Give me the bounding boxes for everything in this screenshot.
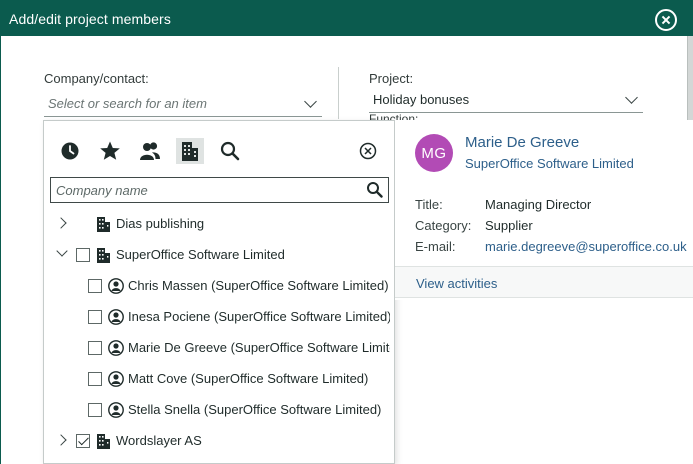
building-icon xyxy=(96,247,112,269)
category-label: Category: xyxy=(415,218,472,233)
chevron-right-icon[interactable] xyxy=(55,434,67,446)
star-icon[interactable] xyxy=(96,138,124,164)
tree-row-label: SuperOffice Software Limited xyxy=(116,247,285,262)
tree-row-label: Chris Massen (SuperOffice Software Limit… xyxy=(128,278,389,293)
tree-row-label: Stella Snella (SuperOffice Software Limi… xyxy=(128,402,382,417)
tree-row-company[interactable]: Wordslayer AS xyxy=(44,426,394,457)
close-icon[interactable] xyxy=(655,9,677,31)
chevron-down-icon[interactable] xyxy=(304,95,317,108)
chevron-right-icon[interactable] xyxy=(55,217,67,229)
category-value: Supplier xyxy=(485,218,533,233)
column-divider xyxy=(338,67,339,119)
company-placeholder: Select or search for an item xyxy=(48,96,207,111)
tree-row-label: Wordslayer AS xyxy=(116,433,202,448)
project-value: Holiday bonuses xyxy=(373,92,470,107)
contact-name-link[interactable]: Marie De Greeve xyxy=(465,134,579,151)
building-icon[interactable] xyxy=(176,138,204,164)
title-value: Managing Director xyxy=(485,197,592,212)
tree-row-label: Dias publishing xyxy=(116,216,205,231)
tree-row-person[interactable]: Matt Cove (SuperOffice Software Limited) xyxy=(44,364,394,395)
search-icon[interactable] xyxy=(366,181,383,203)
card-footer: View activities xyxy=(395,267,693,298)
title-label: Title: xyxy=(415,197,443,212)
dialog-titlebar: Add/edit project members xyxy=(1,0,693,36)
row-checkbox[interactable] xyxy=(88,279,102,293)
tree-row-person[interactable]: Stella Snella (SuperOffice Software Limi… xyxy=(44,395,394,426)
tree-row-person[interactable]: Inesa Pociene (SuperOffice Software Limi… xyxy=(44,302,394,333)
member-picker-panel: Dias publishing SuperOffice Software Lim… xyxy=(43,120,395,464)
tree-row-label: Matt Cove (SuperOffice Software Limited) xyxy=(128,371,369,386)
row-checkbox[interactable] xyxy=(88,341,102,355)
chevron-down-icon[interactable] xyxy=(56,245,68,257)
clear-icon[interactable] xyxy=(354,138,382,164)
project-label: Project: xyxy=(369,71,414,86)
scrollbar[interactable] xyxy=(687,36,693,120)
people-icon[interactable] xyxy=(136,138,164,164)
person-icon xyxy=(108,309,124,330)
tree-row-person[interactable]: Chris Massen (SuperOffice Software Limit… xyxy=(44,271,394,302)
row-checkbox[interactable] xyxy=(88,372,102,386)
row-checkbox[interactable] xyxy=(88,310,102,324)
person-icon xyxy=(108,402,124,423)
tree-row-person[interactable]: Marie De Greeve (SuperOffice Software Li… xyxy=(44,333,394,364)
dialog: Add/edit project members Company/contact… xyxy=(0,0,693,464)
company-search-box[interactable] xyxy=(50,177,389,203)
view-activities-link[interactable]: View activities xyxy=(416,276,497,291)
company-link[interactable]: SuperOffice Software Limited xyxy=(465,156,634,171)
tree-row-label: Marie De Greeve (SuperOffice Software Li… xyxy=(128,340,390,355)
contact-preview-card: MG Marie De Greeve SuperOffice Software … xyxy=(395,120,693,300)
chevron-down-icon[interactable] xyxy=(625,91,638,104)
person-icon xyxy=(108,278,124,299)
dialog-title: Add/edit project members xyxy=(9,11,171,27)
avatar: MG xyxy=(415,134,453,172)
company-search-input[interactable] xyxy=(51,178,361,202)
function-label: Function: xyxy=(369,112,419,120)
person-icon xyxy=(108,340,124,361)
email-label: E-mail: xyxy=(415,239,456,254)
project-combobox[interactable]: Holiday bonuses xyxy=(369,89,643,113)
company-label: Company/contact: xyxy=(44,71,149,86)
company-combobox[interactable]: Select or search for an item xyxy=(44,93,322,117)
clock-icon[interactable] xyxy=(56,138,84,164)
person-icon xyxy=(108,371,124,392)
tree-row-company[interactable]: Dias publishing xyxy=(44,209,394,240)
building-icon xyxy=(96,216,112,238)
building-icon xyxy=(96,433,112,455)
tree-row-label: Inesa Pociene (SuperOffice Software Limi… xyxy=(128,309,390,324)
row-checkbox[interactable] xyxy=(76,248,90,262)
email-link[interactable]: marie.degreeve@superoffice.co.uk xyxy=(485,239,687,254)
tree-row-company[interactable]: SuperOffice Software Limited xyxy=(44,240,394,271)
row-checkbox[interactable] xyxy=(88,403,102,417)
row-checkbox-checked[interactable] xyxy=(76,434,90,448)
search-icon[interactable] xyxy=(216,138,244,164)
